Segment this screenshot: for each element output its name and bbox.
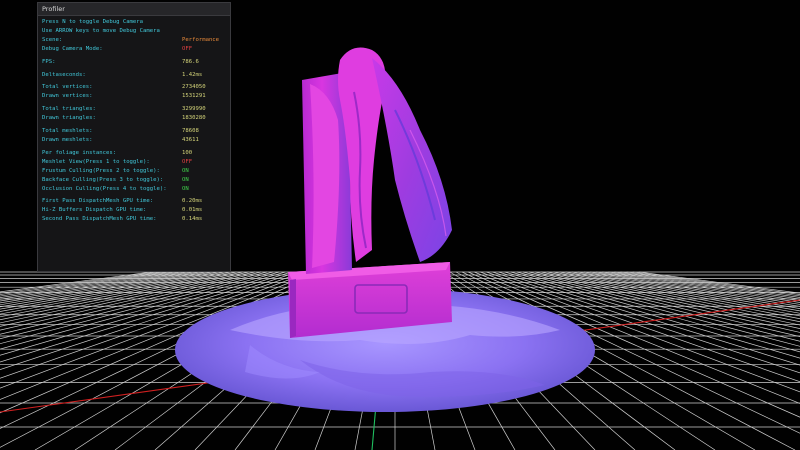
statue-relief [302,47,452,274]
stat-label: Total meshlets: [42,128,93,135]
profiler-body: Press N to toggle Debug Camera Use ARROW… [38,16,230,224]
stat-label: Backface Culling(Press 3 to toggle): [42,176,164,183]
stat-value: 1531291 [182,93,206,100]
stat-label: Debug Camera Mode: [42,45,103,52]
stat-fps: FPS: 786.6 [42,58,226,67]
stat-label: First Pass DispatchMesh GPU time: [42,198,154,205]
stat-foliage-instances: Per foliage instances: 100 [42,149,226,158]
stat-total-triangles: Total triangles: 3299990 [42,105,226,114]
stat-deltaseconds: Deltaseconds: 1.42ms [42,71,226,80]
stat-label: Drawn meshlets: [42,136,93,143]
stat-label: Drawn triangles: [42,115,96,122]
stat-second-pass-gpu: Second Pass DispatchMesh GPU time: 0.14m… [42,215,226,224]
toggle-occlusion-culling: Occlusion Culling(Press 4 to toggle): ON [42,185,226,194]
toggle-frustum-culling: Frustum Culling(Press 2 to toggle): ON [42,167,226,176]
stat-value: 0.20ms [182,198,203,205]
stat-value: 2734050 [182,84,206,91]
stat-label: Scene: [42,36,63,43]
stat-label: Meshlet View(Press 1 to toggle): [42,158,150,165]
stat-total-vertices: Total vertices: 2734050 [42,83,226,92]
stat-drawn-vertices: Drawn vertices: 1531291 [42,92,226,101]
stat-label: Per foliage instances: [42,149,117,156]
stat-value: 43611 [182,136,199,143]
stat-value: 786.6 [182,58,199,65]
stat-first-pass-gpu: First Pass DispatchMesh GPU time: 0.20ms [42,197,226,206]
stat-value: OFF [182,158,193,165]
stat-scene: Scene: Performance [42,36,226,45]
stat-value: 100 [182,149,193,156]
stat-value: ON [182,185,189,192]
stat-hiz-gpu: Hi-Z Buffers Dispatch GPU time: 0.01ms [42,206,226,215]
stat-label: Drawn vertices: [42,93,93,100]
stat-drawn-meshlets: Drawn meshlets: 43611 [42,136,226,145]
stat-value: ON [182,167,189,174]
stat-label: Second Pass DispatchMesh GPU time: [42,216,157,223]
stat-value: 1830280 [182,115,206,122]
stat-debug-camera-mode: Debug Camera Mode: OFF [42,45,226,54]
stat-value: 78608 [182,128,199,135]
profiler-window[interactable]: Profiler Press N to toggle Debug Camera … [37,2,231,272]
stat-label: Occlusion Culling(Press 4 to toggle): [42,185,167,192]
stat-value: 0.14ms [182,216,203,223]
stat-label: Hi-Z Buffers Dispatch GPU time: [42,207,147,214]
stat-total-meshlets: Total meshlets: 78608 [42,127,226,136]
stat-value: OFF [182,45,193,52]
stat-value: ON [182,176,189,183]
profiler-title: Profiler [42,5,65,13]
toggle-meshlet-view: Meshlet View(Press 1 to toggle): OFF [42,158,226,167]
hint-debug-camera-move: Use ARROW keys to move Debug Camera [42,27,160,34]
hint-debug-camera-toggle: Press N to toggle Debug Camera [42,19,144,25]
stat-label: Deltaseconds: [42,71,86,78]
stat-value: 0.01ms [182,207,203,214]
toggle-backface-culling: Backface Culling(Press 3 to toggle): ON [42,176,226,185]
stat-value: 1.42ms [182,71,203,78]
stat-label: Frustum Culling(Press 2 to toggle): [42,167,160,174]
render-viewport[interactable]: Profiler Press N to toggle Debug Camera … [0,0,800,450]
profiler-titlebar[interactable]: Profiler [38,3,230,16]
stat-label: Total vertices: [42,84,93,91]
stat-value: 3299990 [182,106,206,113]
stat-drawn-triangles: Drawn triangles: 1830280 [42,114,226,123]
stat-label: FPS: [42,58,56,65]
stat-label: Total triangles: [42,106,96,113]
stat-value: Performance [182,36,220,43]
